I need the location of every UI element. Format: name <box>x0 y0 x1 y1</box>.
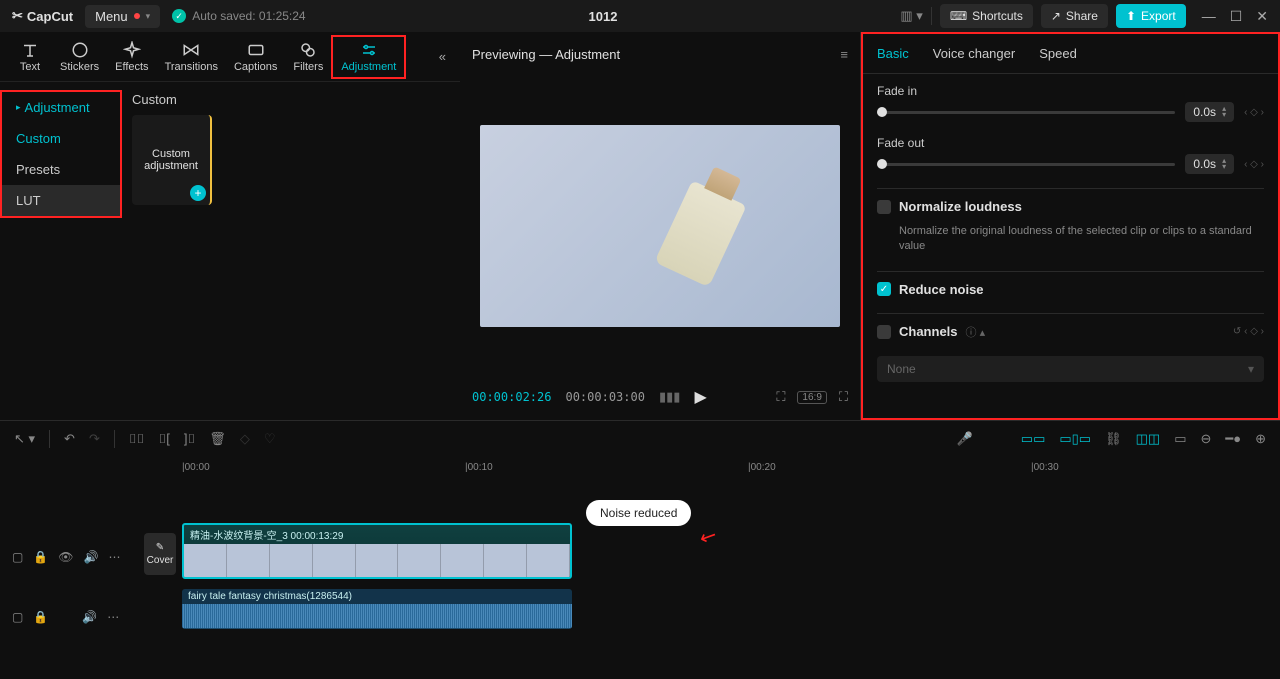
tab-stickers[interactable]: Stickers <box>52 37 107 77</box>
tab-effects[interactable]: Effects <box>107 37 156 77</box>
zoom-in-icon[interactable]: ⊕ <box>1255 431 1266 447</box>
fadein-label: Fade in <box>877 84 1264 98</box>
crop-icon[interactable]: ⛶ <box>776 389 785 405</box>
preview-menu-icon[interactable]: ≡ <box>840 47 848 62</box>
tab-adjustment[interactable]: Adjustment <box>331 35 406 79</box>
preview-title: Previewing — Adjustment <box>472 47 620 62</box>
zoom-out-icon[interactable]: ⊖ <box>1201 431 1212 447</box>
insp-tab-voice[interactable]: Voice changer <box>933 46 1015 61</box>
shortcuts-button[interactable]: ⌨Shortcuts <box>940 4 1033 28</box>
channels-label: Channels <box>899 324 958 339</box>
channels-checkbox[interactable] <box>877 325 891 339</box>
split-right-icon[interactable]: ]⌷ <box>184 431 195 447</box>
titlebar: ✂CapCut Menu▾ ✓Auto saved: 01:25:24 1012… <box>0 0 1280 32</box>
fadeout-slider[interactable] <box>877 163 1175 166</box>
normalize-checkbox[interactable] <box>877 200 891 214</box>
link-icon[interactable]: ▭▯▭ <box>1059 431 1091 447</box>
tool-b[interactable]: ♡ <box>264 431 276 447</box>
split-icon[interactable]: ⌷⌷ <box>129 431 145 447</box>
minimize-icon[interactable]: — <box>1202 8 1216 25</box>
tab-filters[interactable]: Filters <box>285 37 331 77</box>
menu-button[interactable]: Menu▾ <box>85 5 160 28</box>
asset-section-label: Custom <box>132 92 450 107</box>
tab-captions[interactable]: Captions <box>226 37 285 77</box>
play-icon[interactable]: ▶ <box>694 387 706 407</box>
magnet-icon[interactable]: ▭▭ <box>1021 431 1046 447</box>
fadeout-value[interactable]: 0.0s▴▾ <box>1185 154 1234 174</box>
insp-tab-speed[interactable]: Speed <box>1039 46 1077 61</box>
autosave-status: ✓Auto saved: 01:25:24 <box>172 9 305 23</box>
project-title: 1012 <box>318 9 889 24</box>
sidenav-header[interactable]: ▸Adjustment <box>2 92 120 123</box>
volume-bars-icon[interactable]: ▮▮▮ <box>659 389 680 405</box>
redo-icon[interactable]: ↷ <box>89 431 100 447</box>
timecode-current: 00:00:02:26 <box>472 390 551 404</box>
layout-icon[interactable]: ▥ ▾ <box>900 8 922 24</box>
sidenav-custom[interactable]: Custom <box>2 123 120 154</box>
reduce-noise-label: Reduce noise <box>899 282 984 297</box>
cover-button[interactable]: ✎Cover <box>144 533 176 575</box>
asset-custom-adjustment[interactable]: Custom adjustment + <box>132 115 212 205</box>
app-logo: ✂CapCut <box>12 8 73 24</box>
mic-icon[interactable]: 🎤 <box>957 431 973 447</box>
preview-panel: Previewing — Adjustment ≡ 00:00:02:26 00… <box>460 32 860 420</box>
add-icon[interactable]: + <box>190 185 206 201</box>
timecode-total: 00:00:03:00 <box>565 390 644 404</box>
aspect-ratio[interactable]: 16:9 <box>797 391 826 404</box>
tool-tabs: Text Stickers Effects Transitions Captio… <box>0 32 460 82</box>
undo-icon[interactable]: ↶ <box>64 431 75 447</box>
inspector-panel: Basic Voice changer Speed Fade in 0.0s▴▾… <box>861 32 1280 420</box>
video-clip[interactable]: 精油-水波纹背景-空_3 00:00:13:29 <box>182 523 572 579</box>
delete-icon[interactable]: 🗑 <box>209 431 226 447</box>
snap-icon[interactable]: ◫◫ <box>1136 431 1161 447</box>
share-button[interactable]: ↗Share <box>1041 4 1108 28</box>
tool-a[interactable]: ◇ <box>240 431 250 447</box>
audio-track-controls[interactable]: ▢🔒🔊⋯ <box>0 587 140 647</box>
maximize-icon[interactable]: ☐ <box>1230 8 1243 25</box>
tooltip-noise-reduced: Noise reduced <box>586 500 691 526</box>
video-track-controls[interactable]: ▢🔒👁🔊⋯ <box>0 527 140 587</box>
preview-canvas[interactable] <box>480 125 840 327</box>
timeline-ruler[interactable]: |00:00 |00:10 |00:20 |00:30 <box>0 457 1280 477</box>
channels-select[interactable]: None▾ <box>877 356 1264 382</box>
reduce-noise-checkbox[interactable]: ✓ <box>877 282 891 296</box>
zoom-slider[interactable]: ━● <box>1225 431 1241 447</box>
tab-text[interactable]: Text <box>8 37 52 77</box>
chain-icon[interactable]: ⛓ <box>1105 431 1122 447</box>
fullscreen-icon[interactable]: ⛶ <box>839 389 848 405</box>
fadeout-label: Fade out <box>877 136 1264 150</box>
split-left-icon[interactable]: ⌷[ <box>158 431 169 447</box>
collapse-icon[interactable]: « <box>433 43 452 70</box>
normalize-desc: Normalize the original loudness of the s… <box>877 224 1264 265</box>
timeline: ↖ ▾ ↶ ↷ ⌷⌷ ⌷[ ]⌷ 🗑 ◇ ♡ 🎤 ▭▭ ▭▯▭ ⛓ ◫◫ ▭ ⊖… <box>0 420 1280 679</box>
audio-clip[interactable]: fairy tale fantasy christmas(1286544) <box>182 589 572 629</box>
cursor-tool[interactable]: ↖ ▾ <box>14 431 35 447</box>
fadein-value[interactable]: 0.0s▴▾ <box>1185 102 1234 122</box>
export-button[interactable]: ⬆Export <box>1116 4 1186 28</box>
preview-icon[interactable]: ▭ <box>1174 431 1186 447</box>
fadein-slider[interactable] <box>877 111 1175 114</box>
close-icon[interactable]: ✕ <box>1256 8 1268 25</box>
sidenav-lut[interactable]: LUT <box>2 185 120 216</box>
insp-tab-basic[interactable]: Basic <box>877 46 909 61</box>
sidenav-presets[interactable]: Presets <box>2 154 120 185</box>
tab-transitions[interactable]: Transitions <box>157 37 226 77</box>
normalize-label: Normalize loudness <box>899 199 1022 214</box>
